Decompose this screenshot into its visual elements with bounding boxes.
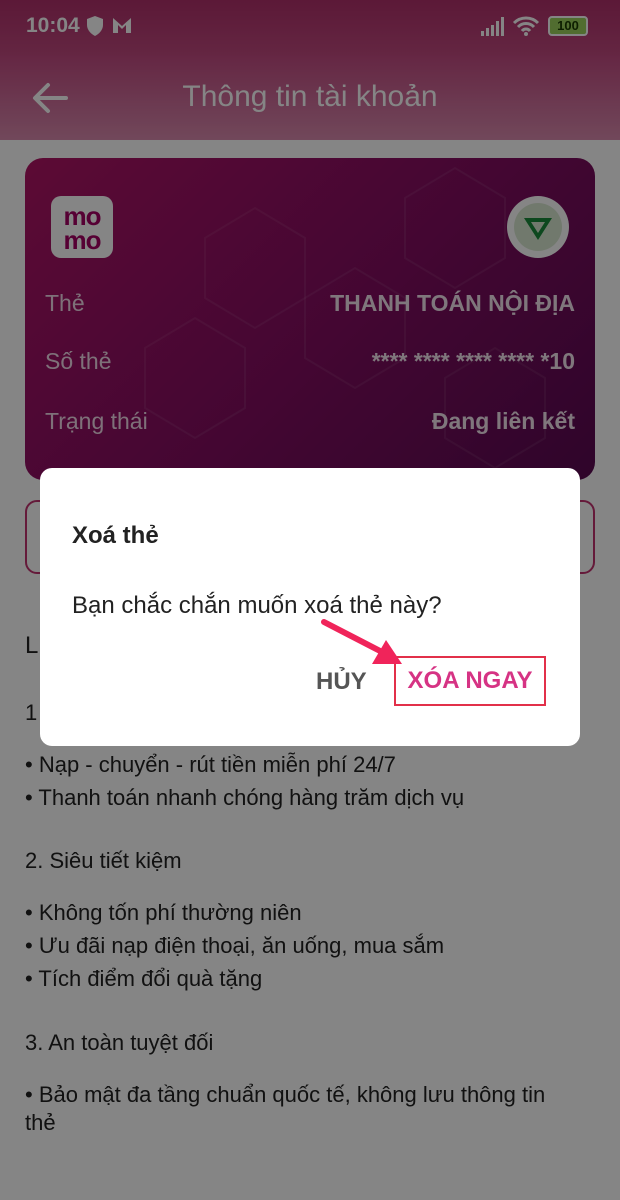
cancel-button[interactable]: HỦY [316,668,367,696]
delete-now-button[interactable]: XÓA NGAY [394,656,546,706]
delete-card-dialog: Xoá thẻ Bạn chắc chắn muốn xoá thẻ này? … [40,468,580,746]
dialog-title: Xoá thẻ [72,522,159,549]
dialog-message: Bạn chắc chắn muốn xoá thẻ này? [72,592,442,619]
